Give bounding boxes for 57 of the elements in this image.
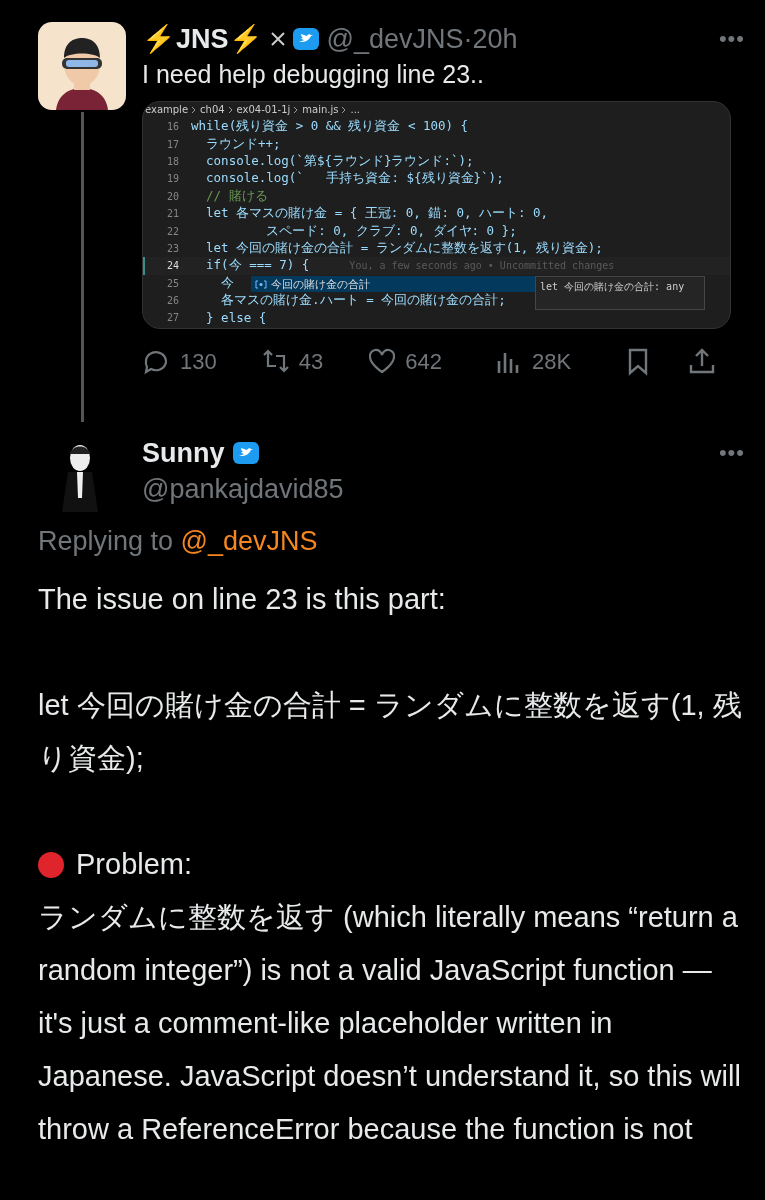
line-number: 16: [165, 121, 179, 133]
problem-heading: Problem:: [76, 847, 193, 882]
suggestion-label: 今回の賭け金の合計: [271, 276, 370, 292]
chevron-icon: [227, 105, 234, 114]
reply-paragraph: The issue on line 23 is this part:: [38, 582, 446, 617]
line-number: 23: [165, 242, 179, 254]
suggestion-detail: let 今回の賭け金の合計: any: [535, 276, 705, 310]
code-line: let 各マスの賭け金 = { 王冠: 0, 錨: 0, ハート: 0,: [205, 205, 549, 223]
problem-marker-icon: [38, 851, 64, 878]
reply-paragraph: ランダムに整数を返す (which literally means “return a random integer”) is not a valid JavaScript function — it's just a comment-like placeholder written in Japanese. JavaScript doesn’t understand it, so this will throw a ReferenceError because the function is not: [38, 900, 742, 1147]
line-number: 25: [165, 277, 179, 289]
chevron-icon: [293, 105, 300, 114]
x-logo-icon: [270, 32, 285, 46]
line-number: 19: [165, 173, 179, 185]
code-line: console.log(`第${ラウンド}ラウンド:`);: [205, 152, 474, 170]
breadcrumb-item: main.js: [302, 104, 339, 115]
views-button[interactable]: 28K: [493, 347, 572, 377]
code-line: 今: [220, 274, 235, 292]
code-line: while(残り資金 > 0 && 残り資金 < 100) {: [191, 118, 469, 136]
display-name[interactable]: ⚡JNS⚡: [142, 23, 263, 55]
reply-button[interactable]: 130: [142, 347, 217, 377]
code-line: console.log(` 手持ち資金: ${残り資金}`);: [205, 170, 504, 188]
code-line: let 今回の賭け金の合計 = ランダムに整数を返す(1, 残り資金);: [205, 239, 603, 257]
replying-to-text: Replying to @_devJNS: [38, 526, 319, 557]
line-number: 22: [165, 225, 179, 237]
code-line: 各マスの賭け金.ハート = 今回の賭け金の合計;: [220, 292, 506, 310]
like-button[interactable]: 642: [367, 347, 442, 377]
more-icon[interactable]: •••: [718, 26, 745, 52]
display-name[interactable]: Sunny: [142, 437, 225, 469]
code-line: スペード: 0, クラブ: 0, ダイヤ: 0 };: [265, 222, 517, 240]
code-line: } else {: [205, 310, 267, 326]
line-number: 18: [165, 155, 179, 167]
suggestion-item[interactable]: 今回の賭け金の合計: [251, 276, 535, 292]
variable-icon: [255, 279, 267, 289]
breadcrumb-item: ex04-01-1j: [236, 104, 291, 115]
line-number: 17: [165, 138, 179, 150]
code-line: ラウンド++;: [205, 135, 281, 153]
chevron-icon: [191, 105, 198, 114]
avatar[interactable]: [38, 22, 126, 110]
breadcrumb-item: ...: [350, 104, 360, 115]
retweet-button[interactable]: 43: [260, 347, 324, 377]
line-number: 24: [165, 260, 179, 272]
breadcrumb-item: ch04: [200, 104, 225, 115]
chevron-icon: [341, 105, 348, 114]
code-comment: // 賭ける: [205, 187, 268, 205]
line-number: 20: [165, 190, 179, 202]
code-line: if(今 === 7) {: [205, 257, 310, 275]
more-icon[interactable]: •••: [718, 440, 745, 466]
handle: @pankajdavid85: [142, 474, 345, 505]
breadcrumb-item: example: [145, 104, 189, 115]
line-number: 27: [165, 312, 179, 324]
handle-and-time: @_devJNS·20h: [326, 23, 518, 55]
line-number: 21: [165, 208, 179, 220]
tweet-text: I need help debugging line 23..: [142, 60, 485, 89]
mention-link[interactable]: @_devJNS: [180, 526, 318, 556]
line-number: 26: [165, 295, 179, 307]
reply-paragraph: let 今回の賭け金の合計 = ランダムに整数を返す(1, 残り資金);: [38, 688, 743, 776]
